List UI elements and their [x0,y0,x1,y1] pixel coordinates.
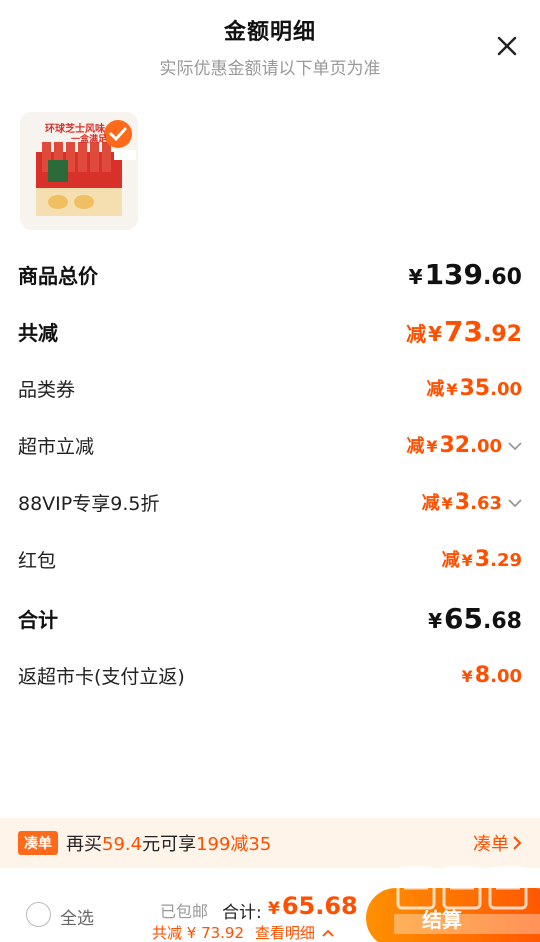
bottom-bar: 全选 已包邮 合计: ¥ 65.68 共减 ¥ 73.92 查看明细 结算 [0,868,540,942]
row-total-price: 商品总价 ¥ 139 .60 [18,254,522,294]
chevron-right-icon [513,836,522,850]
promo-bar: 凑单 再买59.4元可享199减35 凑单 [0,818,540,868]
row-amount: 减 ¥ 73 .92 [406,315,522,348]
row-category-coupon: 品类券 减 ¥ 35 .00 [18,370,522,406]
row-amount: 减 ¥ 35 .00 [426,375,522,401]
row-amount: ¥ 8 .00 [462,663,522,688]
total-amount: ¥ 65.68 [268,892,358,920]
row-cashback-card: 返超市卡(支付立返) ¥ 8 .00 [18,657,522,693]
promo-amount: 59.4 [102,834,143,855]
amount-integer: 3 [454,490,471,515]
product-thumbnail[interactable]: 环球芝士风味 一盒满足 [20,112,138,230]
select-all-radio[interactable] [26,902,51,927]
row-subtotal: 合计 ¥ 65 .68 [18,598,522,638]
row-label: 合计 [18,607,58,632]
saved-summary[interactable]: 共减 ¥ 73.92 查看明细 [152,922,334,942]
row-amount: 减 ¥ 3 .29 [442,546,522,572]
amount-integer: 35 [459,376,491,401]
yen-sign: ¥ [461,551,473,570]
row-label: 88VIP专享9.5折 [18,492,160,515]
close-icon[interactable] [494,33,520,59]
amount-decimal: .63 [470,493,502,514]
add-on-link[interactable]: 凑单 [473,830,522,856]
yen-sign: ¥ [428,321,443,346]
amount-decimal: .92 [483,321,522,347]
sheet-header: 金额明细 实际优惠金额请以下单页为准 [0,14,540,79]
chevron-down-icon[interactable] [508,493,522,512]
minus-label: 减 [426,379,445,400]
saved-amount: 共减 ¥ 73.92 [152,924,245,942]
row-supermarket-discount[interactable]: 超市立减 减 ¥ 32 .00 [18,427,522,463]
row-label: 商品总价 [18,263,98,288]
minus-label: 减 [421,493,440,514]
amount-integer: 65 [444,601,484,635]
row-amount: 减 ¥ 3 .63 [422,489,522,515]
amount-decimal: .60 [483,264,522,290]
row-label: 返超市卡(支付立返) [18,665,185,688]
minus-label: 减 [406,436,425,457]
yen-sign: ¥ [268,899,280,919]
promo-text-b: 元可享 [142,834,197,855]
row-amount: ¥ 139 .60 [409,258,522,291]
row-vip-discount[interactable]: 88VIP专享9.5折 减 ¥ 3 .63 [18,484,522,520]
amount-decimal: .00 [470,436,502,457]
yen-sign: ¥ [461,666,473,686]
checkout-button[interactable]: 结算 [366,888,540,942]
promo-text: 再买59.4元可享199减35 [66,830,271,856]
amount-integer: 139 [424,257,484,291]
row-amount: ¥ 65 .68 [428,602,522,635]
promo-tag: 凑单 [18,831,58,855]
yen-sign: ¥ [446,380,458,399]
sheet-title: 金额明细 [223,20,316,45]
chevron-up-icon [321,924,334,942]
row-label: 红包 [18,549,57,572]
checkout-label: 结算 [422,907,462,932]
package-text-2: 一盒满足 [70,135,107,145]
amount-decimal: .00 [490,665,522,687]
amount-integer: 8 [474,662,491,688]
row-label: 品类券 [18,378,76,401]
yen-sign: ¥ [408,264,423,289]
amount-decimal: .00 [490,379,522,400]
total-value: 65.68 [281,892,358,920]
row-label: 超市立减 [18,435,95,458]
row-amount: 减 ¥ 32 .00 [406,432,522,458]
shipping-status: 已包邮 [160,902,209,921]
select-all-label[interactable]: 全选 [60,904,94,929]
amount-integer: 73 [444,314,484,348]
amount-detail-sheet: 金额明细 实际优惠金额请以下单页为准 环球芝士风味 一盒满足 商品总价 ¥ 13… [0,0,540,942]
yen-sign: ¥ [441,494,453,513]
row-label: 共减 [18,320,58,345]
sheet-subtitle: 实际优惠金额请以下单页为准 [159,59,381,79]
view-detail-link[interactable]: 查看明细 [255,924,315,942]
promo-deal: 199减35 [196,834,272,855]
yen-sign: ¥ [426,437,438,456]
row-red-packet: 红包 减 ¥ 3 .29 [18,541,522,577]
minus-label: 减 [406,321,427,346]
minus-label: 减 [441,550,460,571]
amount-decimal: .29 [490,550,522,571]
promo-text-a: 再买 [66,834,102,855]
amount-integer: 32 [439,433,471,458]
total-label: 合计: [222,903,262,923]
amount-integer: 3 [474,547,491,572]
yen-sign: ¥ [428,608,443,633]
chevron-down-icon[interactable] [508,436,522,455]
row-total-discount: 共减 减 ¥ 73 .92 [18,311,522,351]
add-on-link-label: 凑单 [473,834,509,855]
amount-decimal: .68 [483,608,522,634]
